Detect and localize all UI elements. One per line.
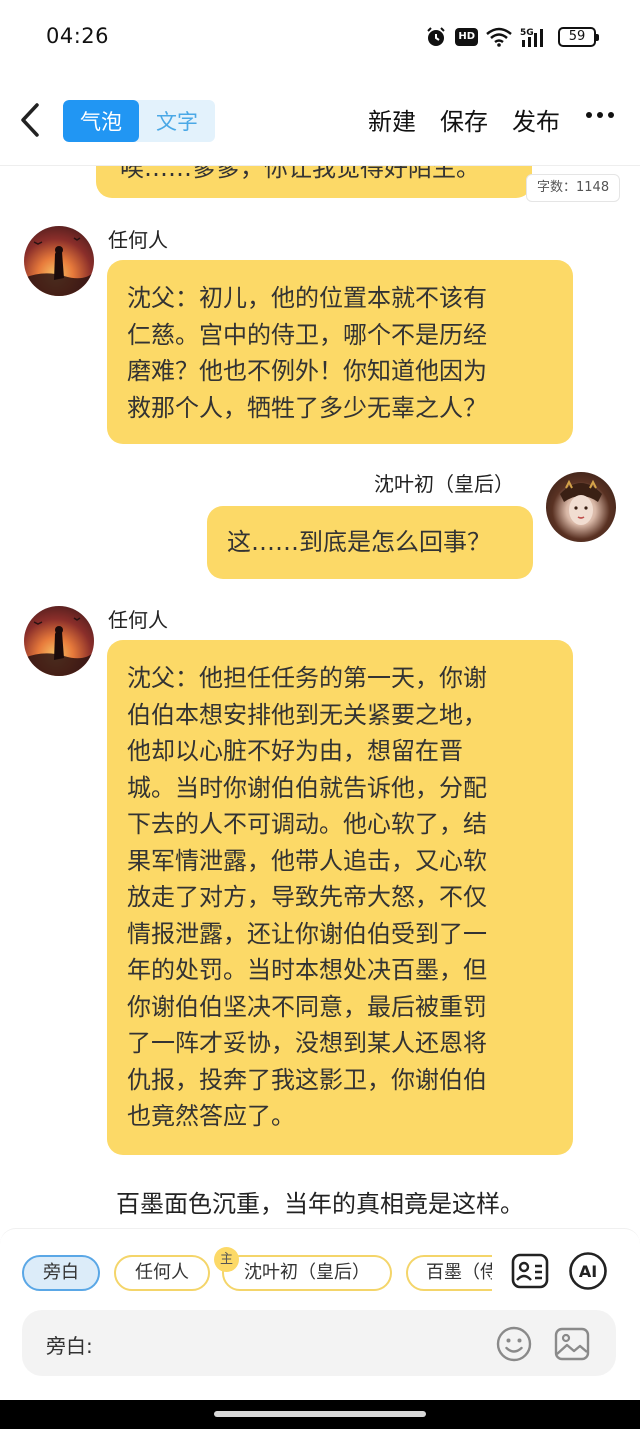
tab-bubble[interactable]: 气泡: [63, 100, 139, 142]
signal-icon: 5G: [520, 25, 550, 49]
hd-icon: HD: [455, 25, 478, 49]
message-bubble[interactable]: 沈父：他担任任务的第一天，你谢 伯伯本想安排他到无关紧要之地， 他却以心脏不好为…: [107, 640, 573, 1155]
message-line: 这……到底是怎么回事？: [227, 528, 491, 556]
status-bar: 04:26 HD 5G 59: [0, 0, 640, 72]
message-line: 放走了对方，导致先帝大怒，不仅: [127, 883, 487, 911]
role-chip-narration[interactable]: 旁白: [22, 1255, 100, 1291]
back-button[interactable]: [18, 100, 48, 140]
message-input[interactable]: 旁白:: [22, 1310, 616, 1376]
system-nav-bar: [0, 1400, 640, 1429]
ai-button[interactable]: AI: [568, 1251, 608, 1291]
avatar[interactable]: [24, 226, 94, 296]
avatar[interactable]: [546, 472, 616, 542]
svg-text:AI: AI: [579, 1262, 597, 1281]
message-line: 情报泄露，还让你谢伯伯受到了一: [127, 919, 487, 948]
header-actions: 新建 保存 发布: [368, 102, 560, 137]
image-icon[interactable]: [552, 1324, 592, 1364]
chat-area[interactable]: 唉……爹爹，你让我觉得好陌生。 字数：1148 任何人 沈父：初儿，他的位置本就…: [0, 166, 640, 1228]
alarm-icon: [425, 25, 447, 49]
chevron-left-icon: [21, 103, 39, 137]
message-line: 果军情泄露，他带人追击，又心软: [127, 846, 487, 875]
message-line: 城。当时你谢伯伯就告诉他，分配: [127, 773, 487, 802]
speaker-name: 任何人: [108, 228, 168, 252]
message-line: 下去的人不可调动。他心软了，结: [127, 810, 487, 838]
status-icons: HD 5G 59: [425, 24, 599, 50]
message-line: 伯伯本想安排他到无关紧要之地，: [127, 700, 487, 729]
speaker-name: 任何人: [108, 608, 168, 632]
svg-text:5G: 5G: [520, 28, 534, 38]
home-indicator[interactable]: [214, 1411, 426, 1417]
emoji-icon[interactable]: [494, 1324, 534, 1364]
message-line: 也竟然答应了。: [127, 1102, 295, 1130]
message-bubble[interactable]: 唉……爹爹，你让我觉得好陌生。: [96, 166, 532, 198]
word-count: 字数：1148: [526, 174, 621, 202]
message-line: 仁慈。宫中的侍卫，哪个不是历经: [127, 320, 487, 349]
message-line: 仇报，投奔了我这影卫，你谢伯伯: [127, 1065, 487, 1094]
message-line: 年的处罚。当时本想处决百墨，但: [127, 956, 487, 984]
message-bubble[interactable]: 沈父：初儿，他的位置本就不该有 仁慈。宫中的侍卫，哪个不是历经 磨难？他也不例外…: [107, 260, 573, 444]
message-line: 他却以心脏不好为由，想留在晋: [127, 737, 463, 765]
publish-button[interactable]: 发布: [512, 102, 560, 137]
message-line: 沈父：他担任任务的第一天，你谢: [127, 664, 487, 692]
role-chip-anyone[interactable]: 任何人: [114, 1255, 210, 1291]
battery-icon: 59: [558, 27, 599, 47]
avatar[interactable]: [24, 606, 94, 676]
message-line: 了一阵才妥协，没想到某人还恩将: [127, 1029, 487, 1057]
more-icon[interactable]: [586, 112, 614, 118]
tab-text[interactable]: 文字: [139, 100, 215, 142]
role-chip-baimo[interactable]: 百墨（侍: [406, 1255, 492, 1291]
input-role-label: 旁白:: [46, 1334, 93, 1358]
ai-icon: AI: [569, 1252, 607, 1290]
wifi-icon: [486, 25, 512, 49]
message-line: 你谢伯伯坚决不同意，最后被重罚: [127, 992, 487, 1021]
new-button[interactable]: 新建: [368, 102, 416, 137]
main-role-badge: 主: [214, 1247, 239, 1272]
message-line: 救那个人，牺牲了多少无辜之人？: [127, 393, 487, 422]
contact-card-icon: [511, 1253, 549, 1289]
mode-toggle: 气泡 文字: [63, 100, 215, 142]
contacts-button[interactable]: [510, 1251, 550, 1291]
role-chip-shen-yechu[interactable]: 沈叶初（皇后）: [222, 1255, 392, 1291]
message-text: 唉……爹爹，你让我觉得好陌生。: [120, 166, 480, 182]
speaker-name: 沈叶初（皇后）: [374, 472, 514, 496]
save-button[interactable]: 保存: [440, 102, 488, 137]
message-line: 磨难？他也不例外！你知道他因为: [127, 357, 487, 385]
message-bubble[interactable]: 这……到底是怎么回事？: [207, 506, 533, 579]
editor-header: 气泡 文字 新建 保存 发布: [0, 72, 640, 166]
status-time: 04:26: [46, 24, 110, 48]
narration-text[interactable]: 百墨面色沉重，当年的真相竟是这样。: [0, 1184, 640, 1219]
role-selector: 旁白 任何人 沈叶初（皇后） 百墨（侍: [22, 1255, 492, 1291]
message-line: 沈父：初儿，他的位置本就不该有: [127, 284, 487, 312]
